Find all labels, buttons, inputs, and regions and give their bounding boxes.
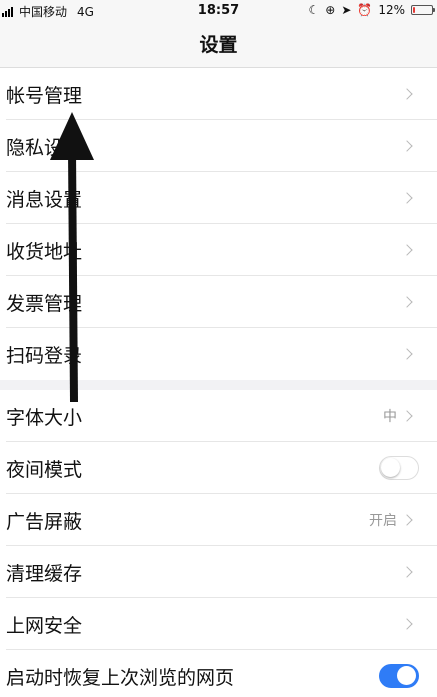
settings-item-privacy[interactable]: 隐私设置 <box>0 120 437 172</box>
settings-item-web-security[interactable]: 上网安全 <box>0 598 437 650</box>
ad-block-value: 开启 <box>369 513 397 529</box>
settings-item-label: 广告屏蔽 <box>6 510 83 533</box>
settings-item-label: 清理缓存 <box>6 562 83 585</box>
status-bar: 中国移动 4G 18:57 ☾ ⊕ ➤ ⏰ 12% <box>0 0 437 22</box>
settings-group-account: 帐号管理 隐私设置 消息设置 收货地址 发票管理 扫码登录 <box>0 68 437 380</box>
chevron-right-icon <box>401 348 413 360</box>
battery-percent: 12% <box>378 3 405 17</box>
settings-item-label: 夜间模式 <box>6 458 83 481</box>
settings-item-invoice[interactable]: 发票管理 <box>0 276 437 328</box>
settings-item-account[interactable]: 帐号管理 <box>0 68 437 120</box>
settings-item-clear-cache[interactable]: 清理缓存 <box>0 546 437 598</box>
settings-item-label: 帐号管理 <box>6 84 83 107</box>
settings-item-label: 隐私设置 <box>6 136 83 159</box>
settings-item-label: 扫码登录 <box>6 344 83 367</box>
chevron-right-icon <box>401 566 413 578</box>
settings-group-browsing: 字体大小 中 夜间模式 广告屏蔽 开启 清理缓存 上网安全 启动时恢复上次浏览的… <box>0 390 437 697</box>
settings-item-scan-login[interactable]: 扫码登录 <box>0 328 437 380</box>
rotation-lock-icon: ⊕ <box>325 3 336 17</box>
chevron-right-icon <box>401 514 413 526</box>
night-mode-toggle[interactable] <box>379 456 419 480</box>
battery-icon <box>411 5 435 15</box>
chevron-right-icon <box>401 618 413 630</box>
chevron-right-icon <box>401 244 413 256</box>
settings-item-messages[interactable]: 消息设置 <box>0 172 437 224</box>
chevron-right-icon <box>401 410 413 422</box>
settings-item-label: 上网安全 <box>6 614 83 637</box>
restore-pages-toggle[interactable] <box>379 664 419 688</box>
location-icon: ➤ <box>341 3 352 17</box>
settings-item-night-mode: 夜间模式 <box>0 442 437 494</box>
settings-item-label: 启动时恢复上次浏览的网页 <box>6 666 235 689</box>
settings-item-restore-pages: 启动时恢复上次浏览的网页 <box>0 650 437 697</box>
moon-icon: ☾ <box>308 3 320 17</box>
settings-item-ad-block[interactable]: 广告屏蔽 开启 <box>0 494 437 546</box>
settings-item-label: 收货地址 <box>6 240 83 263</box>
settings-item-font-size[interactable]: 字体大小 中 <box>0 390 437 442</box>
settings-item-address[interactable]: 收货地址 <box>0 224 437 276</box>
alarm-icon: ⏰ <box>357 3 373 17</box>
font-size-value: 中 <box>383 409 397 425</box>
chevron-right-icon <box>401 140 413 152</box>
status-right: ☾ ⊕ ➤ ⏰ 12% <box>308 3 435 17</box>
settings-item-label: 发票管理 <box>6 292 83 315</box>
page-title: 设置 <box>199 34 238 56</box>
navigation-bar: 设置 <box>0 22 437 68</box>
settings-item-label: 消息设置 <box>6 188 83 211</box>
chevron-right-icon <box>401 192 413 204</box>
chevron-right-icon <box>401 296 413 308</box>
settings-item-label: 字体大小 <box>6 406 83 429</box>
chevron-right-icon <box>401 88 413 100</box>
